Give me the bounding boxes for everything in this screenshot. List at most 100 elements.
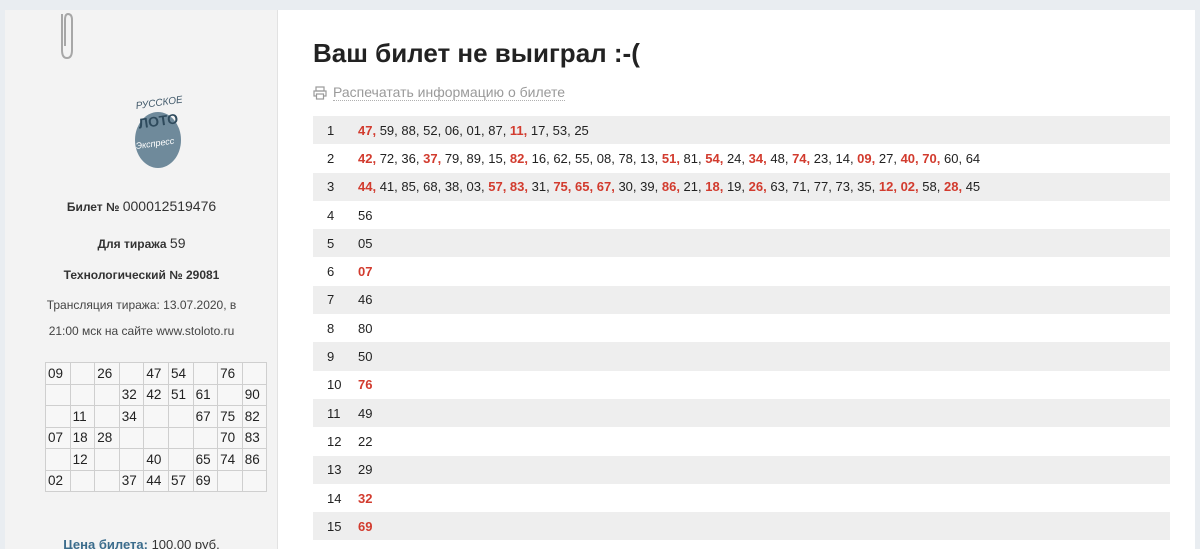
ticket-grid-cell xyxy=(143,405,169,428)
drawn-number-hit: 11 xyxy=(509,122,524,138)
ticket-price: Цена билета: 100.00 руб. xyxy=(5,537,278,549)
ticket-grid-cell xyxy=(45,448,71,471)
drawn-number-hit: 02 xyxy=(900,179,916,195)
draw-round-row: 1 47, 59, 88, 52, 06, 01, 87, 11, 17, 53,… xyxy=(313,116,1170,145)
ticket-grid-cell xyxy=(69,362,96,385)
ticket-grid-cell xyxy=(94,469,120,492)
drawn-number-hit: 82 xyxy=(509,150,525,166)
drawn-number: 60 xyxy=(943,150,959,166)
drawn-number: 80 xyxy=(358,320,373,336)
ticket-grid-cell: 28 xyxy=(94,426,120,449)
ticket-grid-cell xyxy=(118,426,145,449)
round-drawn-numbers: 47, 59, 88, 52, 06, 01, 87, 11, 17, 53, … xyxy=(358,122,589,138)
drawn-number: 13 xyxy=(640,150,655,166)
drawn-number-hit: 67 xyxy=(596,179,612,195)
ticket-grid-cell xyxy=(217,469,243,492)
drawn-number: 81 xyxy=(683,150,699,166)
ticket-grid-cell: 65 xyxy=(192,448,219,471)
ticket-grid-cell: 75 xyxy=(217,405,243,428)
draw-round-row: 6 07 xyxy=(313,257,1170,285)
ticket-grid-cell xyxy=(192,426,219,449)
drawn-number: 24 xyxy=(726,150,742,166)
round-drawn-numbers: 42, 72, 36, 37, 79, 89, 15, 82, 16, 62, … xyxy=(358,150,981,166)
drawn-number: 77 xyxy=(813,179,829,195)
ticket-grid-cell: 07 xyxy=(45,426,71,449)
draw-round-row: 2 42, 72, 36, 37, 79, 89, 15, 82, 16, 62,… xyxy=(313,144,1170,172)
ticket-grid-cell: 90 xyxy=(241,383,268,406)
broadcast-line-1: Трансляция тиража: 13.07.2020, в xyxy=(46,298,237,312)
drawn-number-hit: 65 xyxy=(575,179,590,195)
ticket-grid-cell xyxy=(167,426,194,449)
draw-rounds-table: 1 47, 59, 88, 52, 06, 01, 87, 11, 17, 53,… xyxy=(313,116,1170,541)
drawn-number: 59 xyxy=(379,122,395,138)
drawn-number-hit: 74 xyxy=(792,150,807,166)
round-drawn-numbers: 80 xyxy=(358,321,372,336)
ticket-grid-cell: 02 xyxy=(45,469,71,492)
ticket-grid-cell: 47 xyxy=(143,362,169,385)
ticket-number-value: 000012519476 xyxy=(122,198,217,214)
drawn-number: 55 xyxy=(575,150,590,166)
drawn-number-hit: 32 xyxy=(358,490,373,506)
ticket-grid-cell: 12 xyxy=(69,448,96,471)
drawn-number: 14 xyxy=(835,150,850,166)
drawn-number: 71 xyxy=(792,179,807,195)
print-ticket-label[interactable]: Распечатать информацию о билете xyxy=(333,84,565,101)
ticket-grid-cell xyxy=(45,405,71,428)
ticket-panel: РУССКОЕ ЛОТО Экспресс Билет № 0000125194… xyxy=(5,10,278,549)
round-number: 4 xyxy=(327,207,335,223)
page-title: Ваш билет не выиграл :-( xyxy=(313,38,640,68)
ticket-grid-row: 07 18 28 70 83 xyxy=(45,426,268,449)
draw-round-row: 10 76 xyxy=(313,371,1170,399)
drawn-number: 45 xyxy=(965,179,981,195)
drawn-number-hit: 70 xyxy=(922,150,937,166)
russkoe-loto-express-logo: РУССКОЕ ЛОТО Экспресс xyxy=(135,95,183,168)
round-drawn-numbers: 69 xyxy=(358,519,372,534)
ticket-grid-cell xyxy=(118,448,145,471)
tech-number: Технологический № 29081 xyxy=(5,268,278,282)
round-number: 13 xyxy=(327,462,342,478)
round-drawn-numbers: 49 xyxy=(358,406,372,421)
ticket-grid-cell xyxy=(45,383,71,406)
draw-round-row: 4 56 xyxy=(313,201,1170,229)
drawn-number-hit: 40 xyxy=(900,150,916,166)
drawn-number: 27 xyxy=(878,150,894,166)
drawn-number-hit: 69 xyxy=(358,518,373,534)
round-drawn-numbers: 05 xyxy=(358,236,372,251)
drawn-number: 08 xyxy=(596,150,612,166)
paperclip-icon xyxy=(61,12,73,60)
print-ticket-link[interactable]: Распечатать информацию о билете xyxy=(313,84,565,101)
drawn-number-hit: 12 xyxy=(878,179,894,195)
drawn-number: 23 xyxy=(813,150,829,166)
ticket-grid-cell: 54 xyxy=(167,362,194,385)
drawn-number-hit: 51 xyxy=(661,150,677,166)
ticket-grid-cell xyxy=(69,469,96,492)
ticket-grid-cell: 09 xyxy=(45,362,71,385)
round-number: 10 xyxy=(327,377,342,393)
drawn-number: 85 xyxy=(401,179,416,195)
drawn-number: 48 xyxy=(770,150,785,166)
printer-icon xyxy=(313,85,327,100)
drawn-number-hit: 18 xyxy=(705,179,720,195)
ticket-grid-cell: 42 xyxy=(143,383,169,406)
drawn-number: 87 xyxy=(488,122,503,138)
round-drawn-numbers: 29 xyxy=(358,462,372,477)
drawn-number-hit: 07 xyxy=(358,264,373,280)
round-number: 7 xyxy=(327,292,335,308)
draw-round-row: 15 69 xyxy=(313,512,1170,541)
drawn-number-hit: 09 xyxy=(857,150,872,166)
ticket-grid-cell: 34 xyxy=(118,405,145,428)
ticket-grid-row: 02 37 44 57 69 xyxy=(45,469,268,492)
draw-number: Для тиража 59 xyxy=(5,235,278,251)
round-number: 2 xyxy=(327,150,335,166)
drawn-number: 78 xyxy=(618,150,633,166)
ticket-grid-cell: 51 xyxy=(167,383,194,406)
drawn-number: 35 xyxy=(857,179,872,195)
drawn-number: 21 xyxy=(683,179,699,195)
ticket-grid-cell: 74 xyxy=(217,448,243,471)
ticket-grid-cell: 26 xyxy=(94,362,120,385)
drawn-number: 16 xyxy=(531,150,547,166)
drawn-number: 79 xyxy=(444,150,460,166)
draw-round-row: 8 80 xyxy=(313,314,1170,342)
drawn-number: 88 xyxy=(401,122,416,138)
drawn-number-hit: 76 xyxy=(358,377,373,393)
